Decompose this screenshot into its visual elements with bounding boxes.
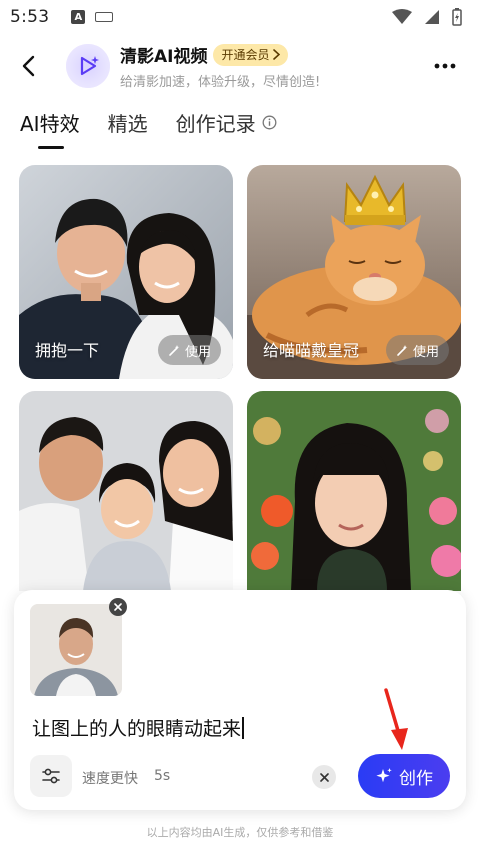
settings-button[interactable] <box>30 755 72 797</box>
more-button[interactable] <box>430 51 460 81</box>
info-icon[interactable] <box>262 115 277 130</box>
status-time: 5:53 <box>10 7 50 27</box>
family-thumbnail <box>19 391 233 591</box>
use-button[interactable]: 使用 <box>157 335 221 365</box>
prompt-text: 让图上的人的眼睛动起来 <box>32 718 242 740</box>
use-label: 使用 <box>184 344 211 360</box>
wifi-icon <box>392 9 412 24</box>
close-icon <box>114 603 122 611</box>
tab-ai-effects[interactable]: AI特效 <box>20 108 80 149</box>
tab-creation-history[interactable]: 创作记录 <box>176 108 277 147</box>
more-dots-icon <box>434 63 456 69</box>
chevron-left-icon <box>22 55 35 77</box>
page-header: 清影AI视频 开通会员 给清影加速，体验升级，尽情创造! <box>0 36 480 96</box>
magic-wand-icon <box>169 344 180 356</box>
card-label: 拥抱一下 <box>35 341 100 360</box>
uploaded-image[interactable] <box>30 604 122 696</box>
status-bar: 5:53 A <box>0 0 480 34</box>
ai-disclaimer: 以上内容均由AI生成，仅供参考和借鉴 <box>146 826 334 839</box>
tab-label: 创作记录 <box>175 112 256 136</box>
create-label: 创作 <box>399 768 433 789</box>
app-logo <box>66 44 110 88</box>
clear-prompt-button[interactable] <box>312 765 336 789</box>
app-name: 清影AI视频 <box>120 47 208 67</box>
create-button[interactable]: 创作 <box>358 754 450 798</box>
card-label: 给喵喵戴皇冠 <box>263 341 360 360</box>
effect-card-hug[interactable]: 拥抱一下 使用 <box>19 165 233 379</box>
keyboard-icon <box>95 12 114 22</box>
back-button[interactable] <box>0 38 56 94</box>
play-sparkle-icon <box>80 56 99 76</box>
remove-image-button[interactable] <box>109 598 127 616</box>
close-icon <box>319 772 329 782</box>
magic-wand-icon <box>397 344 408 356</box>
effect-card-family[interactable] <box>19 391 233 591</box>
use-label: 使用 <box>412 344 439 360</box>
sliders-icon <box>42 768 60 784</box>
uploaded-portrait <box>30 604 122 696</box>
sparkle-icon <box>376 768 392 783</box>
prompt-input[interactable]: 让图上的人的眼睛动起来 <box>32 714 244 741</box>
tab-featured[interactable]: 精选 <box>108 108 148 147</box>
vip-badge-label: 开通会员 <box>221 48 270 62</box>
use-button[interactable]: 使用 <box>385 335 449 365</box>
tab-bar: AI特效 精选 创作记录 <box>20 108 277 149</box>
chevron-right-icon <box>272 49 280 60</box>
signal-icon <box>425 10 439 24</box>
tab-label: AI特效 <box>20 112 80 136</box>
notification-a-icon: A <box>71 10 86 24</box>
speed-option[interactable]: 速度更快 <box>82 768 138 788</box>
battery-icon <box>452 8 462 26</box>
effect-card-girl-flowers[interactable] <box>247 391 461 591</box>
girl-flowers-thumbnail <box>247 391 461 591</box>
vip-badge[interactable]: 开通会员 <box>213 43 288 66</box>
text-caret <box>242 716 244 739</box>
duration-option[interactable]: 5s <box>154 768 170 784</box>
effect-card-cat-crown[interactable]: 给喵喵戴皇冠 使用 <box>247 165 461 379</box>
annotation-arrow-icon <box>384 688 408 750</box>
effects-grid: 拥抱一下 使用 给喵喵戴皇冠 使用 <box>19 165 461 591</box>
tab-label: 精选 <box>107 112 148 136</box>
app-subtitle: 给清影加速，体验升级，尽情创造! <box>120 75 321 90</box>
